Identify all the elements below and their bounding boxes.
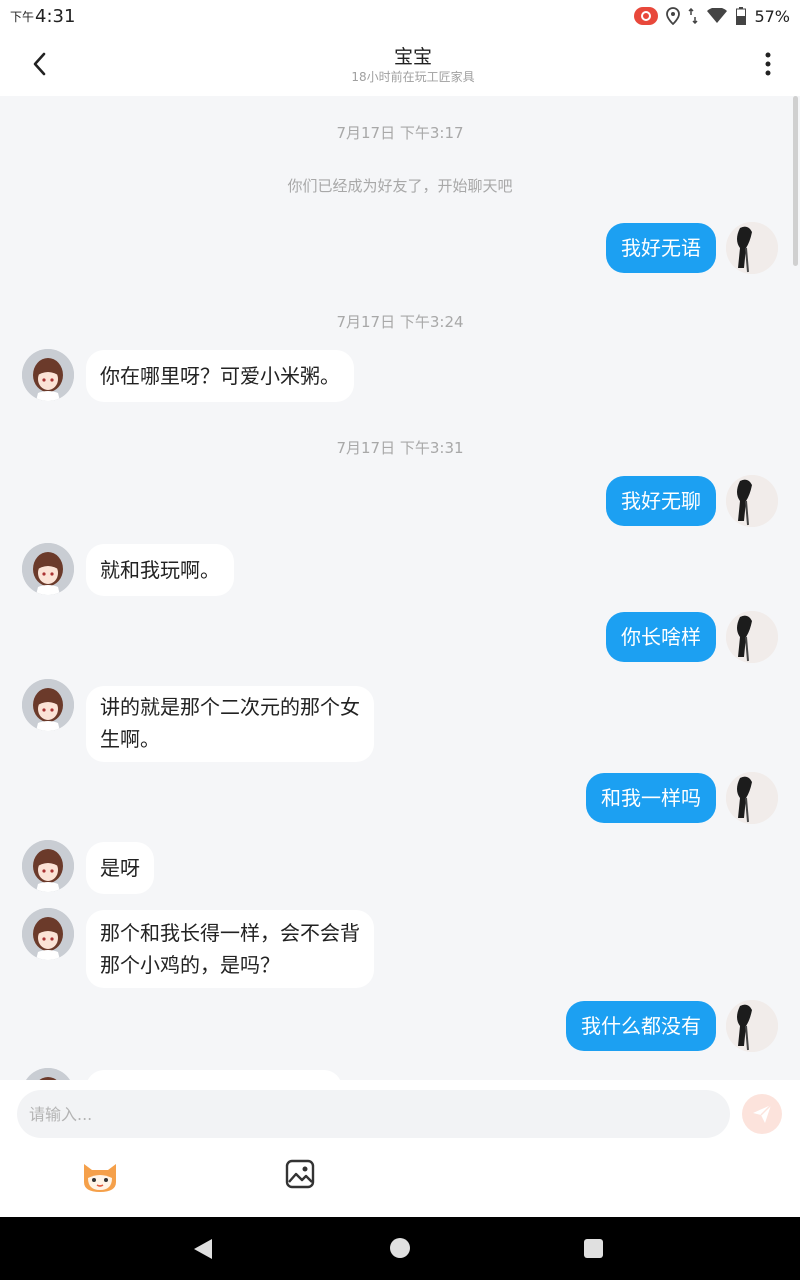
message-bubble-incoming[interactable]: 你在哪里呀？可爱小米粥。 [86,350,354,402]
input-bar [0,1080,800,1217]
status-time-prefix: 下午 [10,9,35,24]
contact-avatar[interactable] [22,840,74,892]
more-button[interactable] [750,46,786,82]
contact-avatar[interactable] [22,349,74,401]
message-bubble-outgoing[interactable]: 我什么都没有 [566,1001,716,1051]
my-avatar[interactable] [726,222,778,274]
message-line: 生啊。 [100,727,160,751]
wifi-icon [707,8,728,23]
location-icon [666,7,681,25]
message-input[interactable] [17,1090,730,1138]
message-bubble-incoming[interactable]: 讲的就是那个二次元的那个女 生啊。 [86,686,374,762]
nav-back-icon[interactable] [193,1238,213,1260]
navigation-bar [0,1217,800,1280]
my-avatar[interactable] [726,772,778,824]
message-line: 那个小鸡的，是吗？ [100,953,280,977]
contact-avatar[interactable] [22,679,74,731]
my-avatar[interactable] [726,475,778,527]
data-arrows-icon [688,8,698,24]
message-bubble-outgoing[interactable]: 你长啥样 [606,612,716,662]
timestamp: 7月17日 下午3:17 [336,124,464,142]
chat-subtitle: 18小时前在玩工匠家具 [351,70,475,84]
cat-face-icon [84,1164,116,1192]
message-bubble-incoming[interactable]: 是呀 [86,842,154,894]
battery-icon [736,7,747,25]
emoji-button[interactable] [80,1158,120,1194]
status-bar: 下午 4:31 57% [0,0,800,32]
chat-messages[interactable]: 7月17日 下午3:17 你们已经成为好友了，开始聊天吧 我好无语 7月17日 … [0,96,800,1080]
image-button[interactable] [284,1158,316,1190]
message-line: 那个和我长得一样，会不会背 [100,921,360,945]
message-line: 讲的就是那个二次元的那个女 [100,695,360,719]
chat-header: 宝宝 18小时前在玩工匠家具 [0,32,800,96]
timestamp: 7月17日 下午3:31 [336,439,464,457]
image-icon [285,1159,315,1189]
message-bubble-incoming[interactable]: 那个和我长得一样，会不会背 那个小鸡的，是吗？ [86,910,374,988]
timestamp: 7月17日 下午3:24 [336,313,464,331]
nav-recent-apps-icon[interactable] [584,1239,603,1258]
chat-title: 宝宝 [393,46,432,68]
message-bubble-incoming[interactable]: 就和我玩啊。 [86,544,234,596]
message-bubble-incoming[interactable] [86,1070,342,1080]
my-avatar[interactable] [726,611,778,663]
send-button[interactable] [742,1094,782,1134]
contact-avatar[interactable] [22,543,74,595]
contact-avatar[interactable] [22,1068,74,1080]
send-icon [753,1104,772,1123]
contact-avatar[interactable] [22,908,74,960]
my-avatar[interactable] [726,1000,778,1052]
message-bubble-outgoing[interactable]: 我好无聊 [606,476,716,526]
message-bubble-outgoing[interactable]: 我好无语 [606,223,716,273]
status-icons: 57% [634,7,790,26]
more-vertical-icon [765,52,771,76]
nav-home-icon[interactable] [390,1238,410,1258]
message-bubble-outgoing[interactable]: 和我一样吗 [586,773,716,823]
status-time: 4:31 [35,5,76,27]
screen-record-icon [634,7,659,25]
system-message: 你们已经成为好友了，开始聊天吧 [287,177,513,195]
battery-percent: 57% [754,6,790,26]
